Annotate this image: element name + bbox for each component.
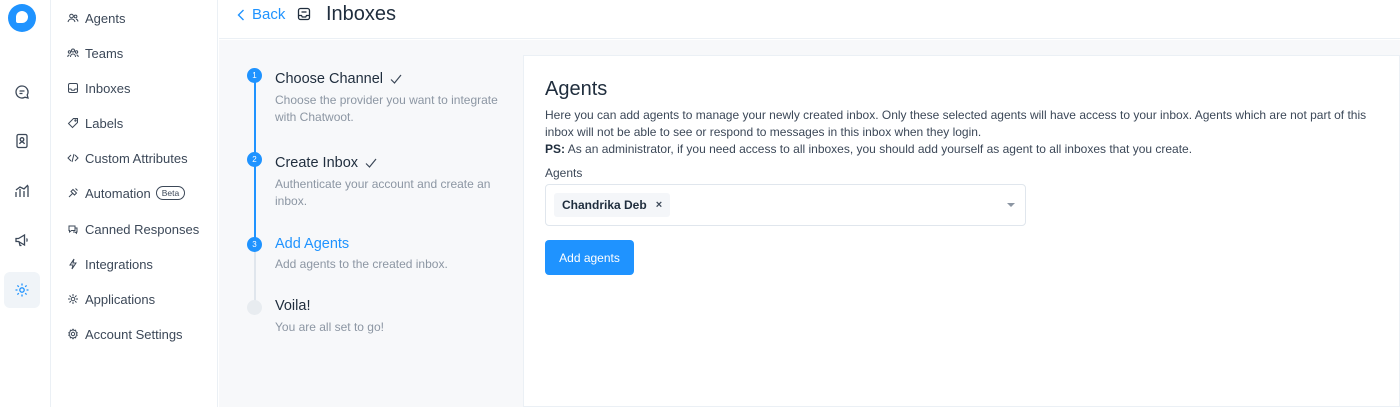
card-title: Agents	[545, 78, 608, 100]
icon-rail	[0, 0, 51, 407]
sidebar-item-label: Custom Attributes	[85, 150, 188, 166]
step-description: Authenticate your account and create an …	[275, 177, 491, 208]
automation-icon	[68, 188, 78, 198]
back-label: Back	[252, 6, 286, 23]
agents-multiselect[interactable]: Chandrika Deb ×	[545, 184, 1026, 226]
teams-icon	[67, 48, 79, 58]
sidebar-item-label: Applications	[85, 291, 156, 307]
card-description: Here you can add agents to manage your n…	[545, 107, 1380, 158]
step-number: 3	[247, 237, 262, 252]
ps-text: As an administrator, if you need access …	[565, 142, 1193, 156]
remove-agent-icon[interactable]: ×	[656, 199, 662, 211]
sidebar-item-inboxes[interactable]: Inboxes	[67, 78, 131, 98]
step-number: 2	[247, 152, 262, 167]
agents-icon	[67, 13, 79, 23]
page-header: Back Inboxes	[219, 0, 1400, 39]
flash-icon	[69, 258, 77, 270]
sidebar-item-automation[interactable]: Automation Beta	[67, 183, 186, 203]
step-number: 1	[247, 68, 262, 83]
ps-label: PS:	[545, 142, 566, 156]
reports-icon[interactable]	[4, 173, 40, 209]
caret-down-icon[interactable]	[1007, 203, 1015, 207]
step-description: Add agents to the created inbox.	[275, 257, 448, 271]
conversations-icon[interactable]	[4, 74, 40, 110]
sidebar-item-canned-responses[interactable]: Canned Responses	[67, 219, 199, 239]
campaigns-icon[interactable]	[4, 222, 40, 258]
agents-field-label: Agents	[545, 166, 583, 180]
settings-icon[interactable]	[4, 272, 40, 308]
step-title-text: Create Inbox	[275, 155, 359, 171]
sidebar-item-label: Automation	[85, 185, 151, 201]
sidebar-item-custom-attributes[interactable]: Custom Attributes	[67, 148, 188, 168]
sidebar-item-labels[interactable]: Labels	[67, 113, 123, 133]
step-description: Choose the provider you want to integrat…	[275, 93, 498, 124]
page-title: Inboxes	[326, 3, 397, 25]
sidebar-item-applications[interactable]: Applications	[67, 289, 155, 309]
sidebar-item-label: Account Settings	[85, 326, 183, 342]
tag-icon	[67, 118, 78, 129]
step-title-add-agents[interactable]: Add Agents	[275, 236, 349, 252]
sidebar-item-label: Teams	[85, 45, 124, 61]
inbox-icon	[297, 7, 311, 21]
gear-icon	[68, 328, 78, 340]
step-title-choose-channel[interactable]: Choose Channel	[275, 71, 403, 87]
sidebar-item-label: Inboxes	[85, 80, 131, 96]
sidebar-item-teams[interactable]: Teams	[67, 43, 123, 63]
sidebar-item-label: Agents	[85, 10, 126, 26]
check-icon	[390, 74, 402, 84]
settings-sidebar: Agents Teams Inboxes Labels Custom Attri…	[51, 0, 218, 407]
agent-name: Chandrika Deb	[562, 198, 647, 212]
step-title-text: Add Agents	[275, 236, 350, 252]
step-title-text: Voila!	[275, 298, 311, 314]
check-icon	[365, 158, 377, 168]
chat-icon	[68, 225, 78, 235]
code-icon	[67, 153, 79, 163]
inbox-icon	[68, 83, 78, 93]
apps-icon	[68, 294, 78, 304]
step-title-voila: Voila!	[275, 298, 310, 314]
step-title-text: Choose Channel	[275, 71, 384, 87]
progress-line-pending	[254, 246, 256, 308]
sidebar-item-account-settings[interactable]: Account Settings	[67, 324, 183, 344]
step-description: You are all set to go!	[275, 320, 384, 334]
beta-badge: Beta	[155, 186, 186, 200]
sidebar-item-label: Canned Responses	[85, 221, 200, 237]
step-number: 4	[247, 300, 262, 315]
step-title-create-inbox[interactable]: Create Inbox	[275, 155, 378, 171]
sidebar-item-agents[interactable]: Agents	[67, 8, 125, 28]
add-agents-button[interactable]: Add agents	[545, 240, 634, 275]
sidebar-item-label: Integrations	[85, 256, 153, 272]
selected-agent-tag: Chandrika Deb ×	[554, 193, 671, 217]
sidebar-item-integrations[interactable]: Integrations	[67, 254, 153, 274]
back-button[interactable]: Back	[236, 6, 285, 23]
chatwoot-logo[interactable]	[8, 4, 36, 32]
sidebar-item-label: Labels	[85, 115, 124, 131]
description-text: Here you can add agents to manage your n…	[545, 108, 1367, 139]
chevron-left-icon	[237, 9, 244, 20]
contacts-icon[interactable]	[4, 123, 40, 159]
